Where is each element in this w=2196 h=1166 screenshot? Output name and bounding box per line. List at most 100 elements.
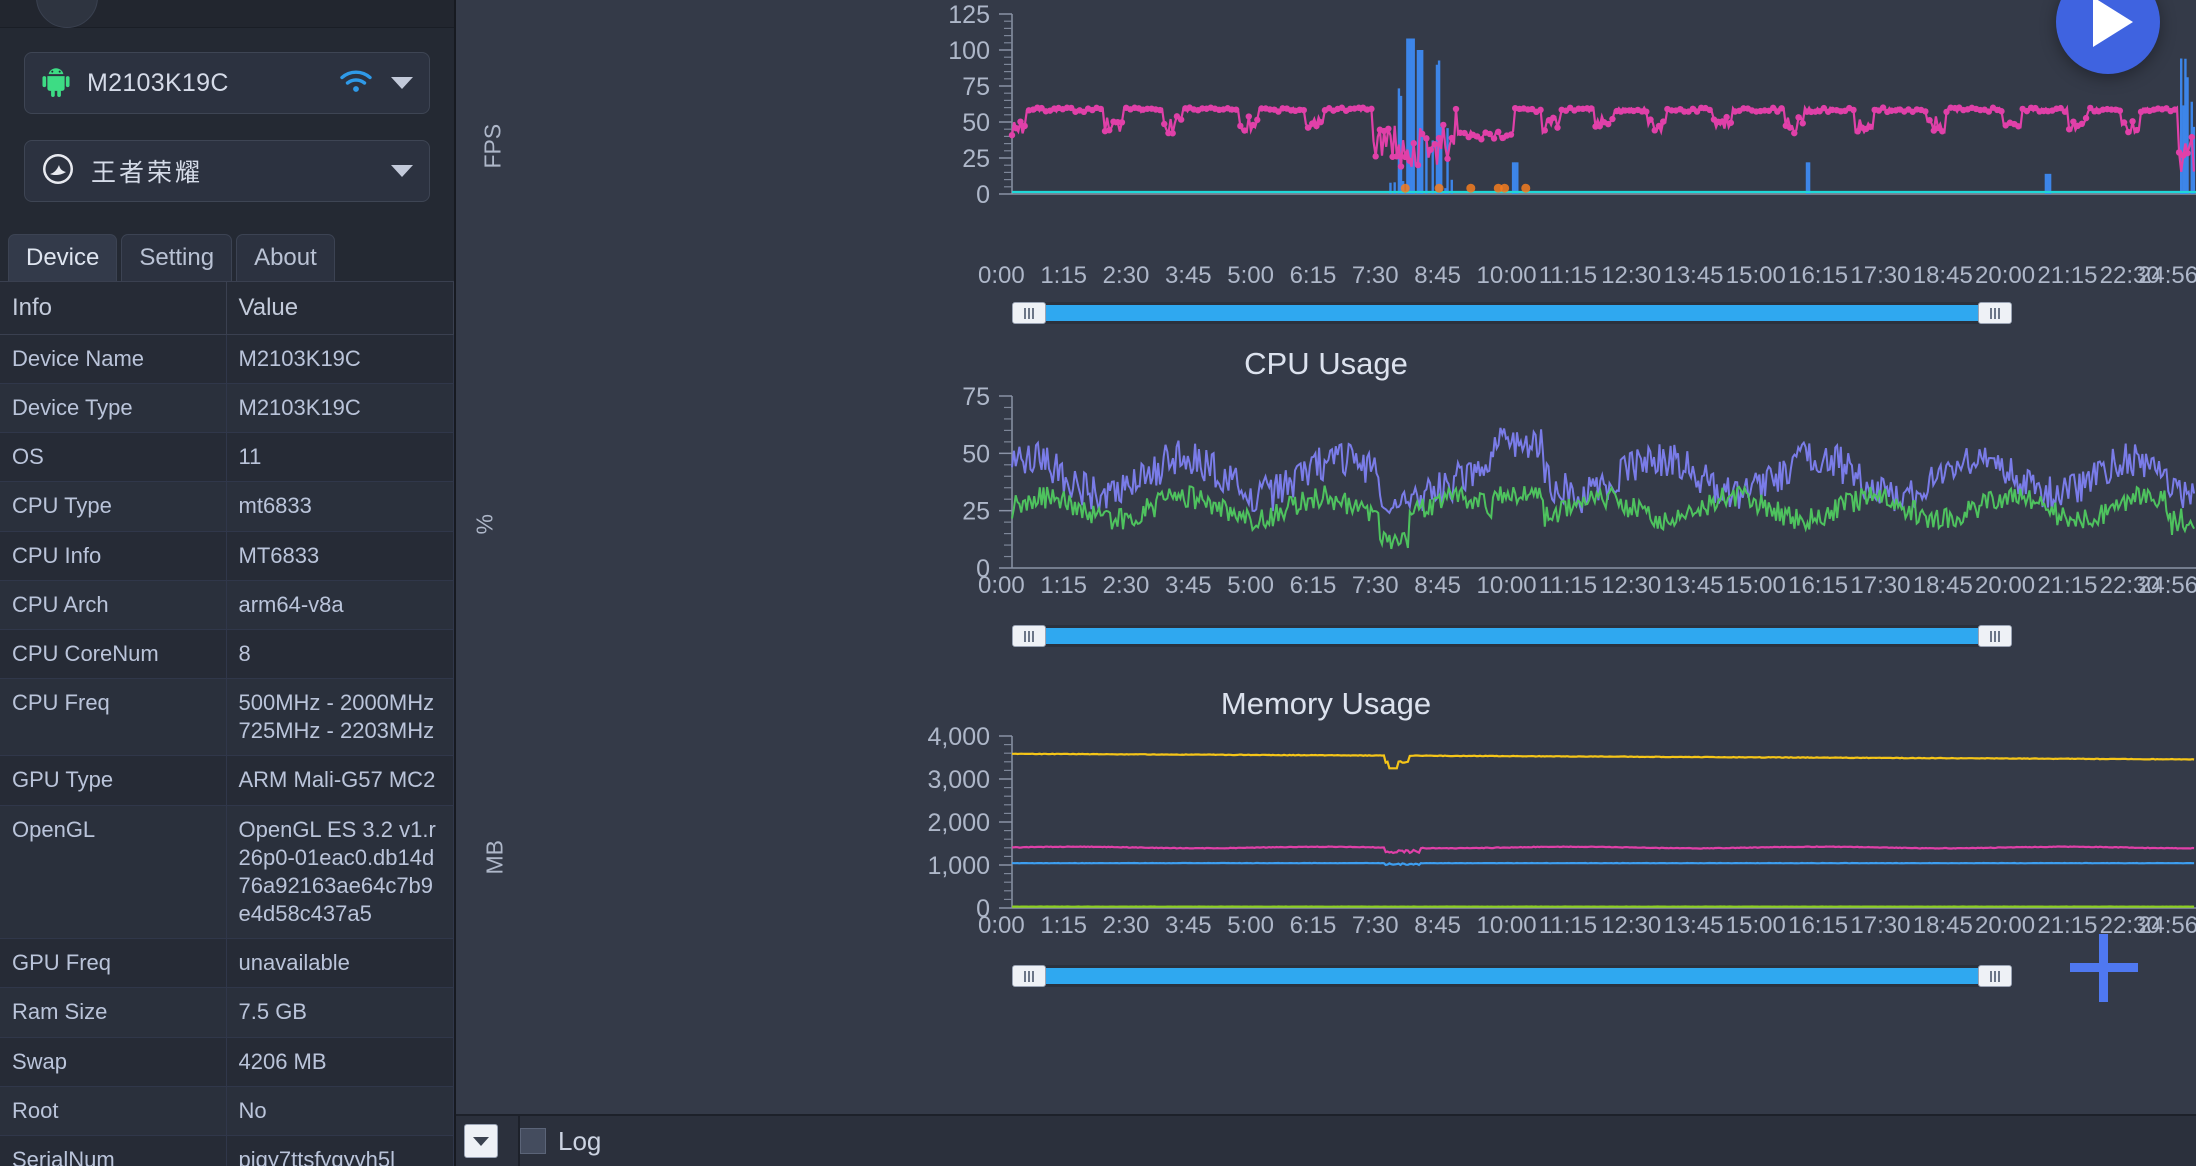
row-value: 11	[226, 432, 454, 483]
row-value: 8	[226, 629, 454, 680]
x-tick-label: 5:00	[1227, 912, 1274, 939]
x-tick-label: 1:15	[1040, 262, 1088, 289]
x-tick-label: 12:30	[1601, 262, 1662, 289]
table-row: OpenGL OpenGL ES 3.2 v1.r26p0-01eac0.db14…	[0, 805, 454, 940]
tab-setting[interactable]: Setting	[121, 234, 233, 281]
x-tick-label: 13:45	[1663, 912, 1724, 939]
svg-text:50: 50	[962, 440, 990, 468]
cpu-panel-title: CPU Usage	[1244, 346, 1408, 381]
x-tick-label: 2:30	[1102, 572, 1150, 599]
app-avatar	[36, 0, 98, 28]
x-tick-label: 17:30	[1850, 262, 1911, 289]
svg-text:0: 0	[976, 181, 990, 209]
tab-about[interactable]: About	[236, 234, 335, 281]
app-selector[interactable]: 王者荣耀	[24, 140, 430, 202]
x-tick-label: 10:00	[1476, 262, 1537, 289]
x-tick-label: 15:00	[1725, 262, 1786, 289]
cpu-scroll-track[interactable]	[1046, 628, 1978, 644]
x-tick-label: 12:30	[1601, 572, 1662, 599]
x-tick-label: 2:30	[1102, 262, 1150, 289]
device-selector[interactable]: M2103K19C	[24, 52, 430, 114]
row-info: SerialNum	[0, 1135, 227, 1166]
x-tick-label: 21:15	[2037, 572, 2098, 599]
memory-scroll-right-handle[interactable]	[1978, 965, 2012, 987]
x-tick-label: 17:30	[1850, 912, 1911, 939]
cpu-scroll-right-handle[interactable]	[1978, 625, 2012, 647]
row-info: OS	[0, 432, 227, 483]
row-info: Ram Size	[0, 987, 227, 1038]
x-tick-label: 17:30	[1850, 572, 1911, 599]
fps-timeline-scrollbar[interactable]	[1012, 302, 2012, 324]
chevron-down-icon	[473, 1136, 489, 1146]
tab-device[interactable]: Device	[8, 234, 118, 281]
x-tick-label: 3:45	[1164, 262, 1212, 289]
x-tick-label: 3:45	[1164, 912, 1212, 939]
divider	[518, 1116, 520, 1166]
table-row: Root No	[0, 1086, 454, 1136]
row-info: GPU Freq	[0, 938, 227, 989]
row-info: CPU CoreNum	[0, 629, 227, 680]
chevron-down-icon[interactable]	[391, 77, 413, 89]
table-row: GPU Type ARM Mali-G57 MC2	[0, 755, 454, 806]
charts-container: FPS 0 25 50 75 100 125 0:00 1:15 2:30 3:45 5:00 6:…	[456, 0, 2196, 1114]
svg-text:125: 125	[948, 1, 990, 29]
bottom-bar: Log	[456, 1114, 2196, 1166]
row-value: 4206 MB	[226, 1037, 454, 1087]
row-info: Swap	[0, 1037, 227, 1087]
svg-text:3,000: 3,000	[927, 766, 990, 794]
table-row: Device Type M2103K19C	[0, 383, 454, 434]
table-row: Ram Size 7.5 GB	[0, 987, 454, 1038]
x-tick-label: 13:45	[1663, 572, 1724, 599]
x-tick-label: 10:00	[1476, 912, 1537, 939]
x-tick-label: 18:45	[1912, 572, 1973, 599]
x-tick-label: 0:00	[978, 912, 1025, 939]
cpu-scroll-left-handle[interactable]	[1012, 625, 1046, 647]
expand-panel-button[interactable]	[464, 1124, 498, 1158]
x-axis-end-label: 24:56	[2138, 572, 2196, 599]
log-color-chip	[520, 1128, 546, 1154]
table-header-row: Info Value	[0, 281, 454, 335]
memory-scroll-left-handle[interactable]	[1012, 965, 1046, 987]
row-info: GPU Type	[0, 755, 227, 806]
svg-text:75: 75	[962, 384, 990, 411]
svg-text:50: 50	[962, 109, 990, 137]
performance-monitor-window: M2103K19C 王者荣耀 Device Setting About Info…	[0, 0, 2196, 1166]
sidebar: M2103K19C 王者荣耀 Device Setting About Info…	[0, 0, 456, 1166]
svg-text:75: 75	[962, 73, 990, 101]
fps-scroll-left-handle[interactable]	[1012, 302, 1046, 324]
row-info: Root	[0, 1086, 227, 1136]
x-tick-label: 0:00	[978, 262, 1025, 289]
row-value: No	[226, 1086, 454, 1136]
row-info: Device Name	[0, 334, 227, 385]
x-tick-label: 18:45	[1912, 912, 1973, 939]
row-info: CPU Arch	[0, 580, 227, 630]
row-value: M2103K19C	[226, 334, 454, 385]
memory-timeline-scrollbar[interactable]	[1012, 965, 2012, 987]
x-tick-label: 11:15	[1538, 262, 1598, 289]
fps-chart-svg: 0 25 50 75 100 125	[948, 1, 2196, 209]
x-tick-label: 12:30	[1601, 912, 1662, 939]
sidebar-tabs: Device Setting About	[0, 234, 454, 281]
wifi-icon	[339, 68, 373, 99]
x-tick-label: 7:30	[1351, 262, 1399, 289]
fps-scroll-track[interactable]	[1046, 305, 1978, 321]
svg-text:25: 25	[962, 145, 990, 173]
table-row: GPU Freq unavailable	[0, 938, 454, 989]
memory-scroll-track[interactable]	[1046, 968, 1978, 984]
add-chart-button[interactable]	[2070, 934, 2138, 1002]
x-tick-label: 20:00	[1975, 572, 2036, 599]
row-info: Device Type	[0, 383, 227, 434]
x-axis-end-label: 24:56	[2138, 912, 2196, 939]
app-selector-label: 王者荣耀	[91, 159, 204, 187]
x-tick-label: 21:15	[2037, 262, 2098, 289]
row-info: CPU Info	[0, 531, 227, 581]
x-tick-label: 7:30	[1351, 912, 1399, 939]
chevron-down-icon[interactable]	[391, 165, 413, 177]
x-tick-label: 8:45	[1414, 912, 1461, 939]
x-tick-label: 2:30	[1102, 912, 1150, 939]
x-tick-label: 6:15	[1289, 572, 1337, 599]
cpu-timeline-scrollbar[interactable]	[1012, 625, 2012, 647]
row-value: 500MHz - 2000MHz 725MHz - 2203MHz	[226, 678, 454, 757]
fps-scroll-right-handle[interactable]	[1978, 302, 2012, 324]
x-tick-label: 16:15	[1788, 912, 1849, 939]
